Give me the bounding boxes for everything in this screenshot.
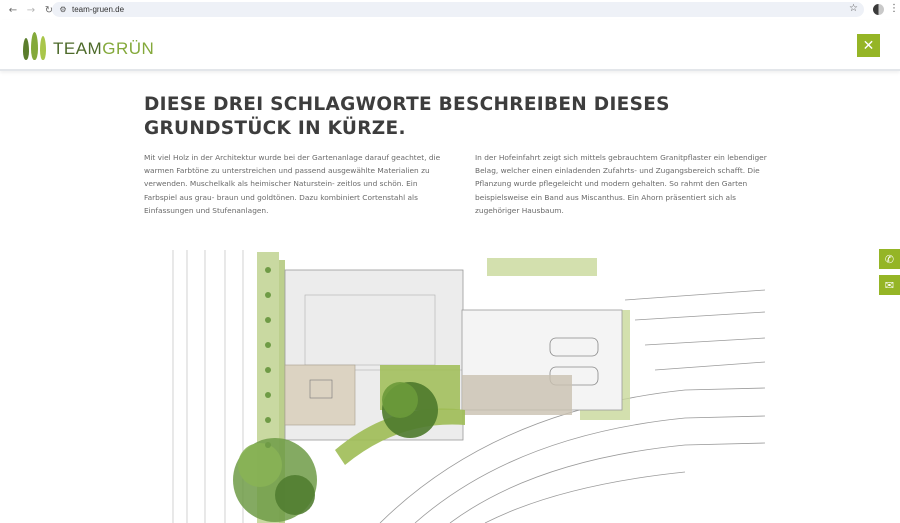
mail-icon: ✉ — [884, 278, 895, 292]
page-title: DIESE DREI SCHLAGWORTE BESCHREIBEN DIESE… — [144, 94, 670, 139]
close-icon: ✕ — [862, 37, 875, 54]
close-button[interactable]: ✕ — [857, 34, 880, 57]
logo-text-main: TEAM — [53, 39, 103, 58]
arrow-right-icon: → — [26, 4, 36, 16]
phone-button[interactable]: ✆ — [879, 249, 900, 269]
browser-menu-icon[interactable]: ⋮ — [889, 3, 899, 14]
logo-text-accent: GRÜN — [102, 39, 155, 58]
logo-trees-icon — [23, 32, 46, 60]
star-icon[interactable]: ☆ — [849, 3, 858, 14]
arrow-left-icon: ← — [8, 4, 18, 16]
forward-button[interactable]: → — [23, 2, 39, 18]
profile-avatar[interactable] — [873, 4, 884, 15]
logo[interactable]: TEAMGRÜN — [23, 32, 154, 60]
logo-text: TEAMGRÜN — [53, 40, 154, 57]
address-bar[interactable]: ⚙ team-gruen.de ☆ — [52, 2, 864, 17]
back-button[interactable]: ← — [5, 2, 21, 18]
phone-icon: ✆ — [884, 252, 895, 266]
description-left: Mit viel Holz in der Architektur wurde b… — [144, 153, 441, 215]
site-info-icon[interactable]: ⚙ — [56, 3, 70, 17]
site-header: TEAMGRÜN ✕ — [0, 20, 900, 71]
mail-button[interactable]: ✉ — [879, 275, 900, 295]
browser-toolbar: ← → ↻ ⚙ team-gruen.de ☆ ⋮ — [0, 0, 900, 20]
garden-plan-image — [172, 250, 765, 523]
description-right: In der Hofeinfahrt zeigt sich mittels ge… — [475, 153, 767, 215]
url-text[interactable]: team-gruen.de — [72, 5, 124, 14]
